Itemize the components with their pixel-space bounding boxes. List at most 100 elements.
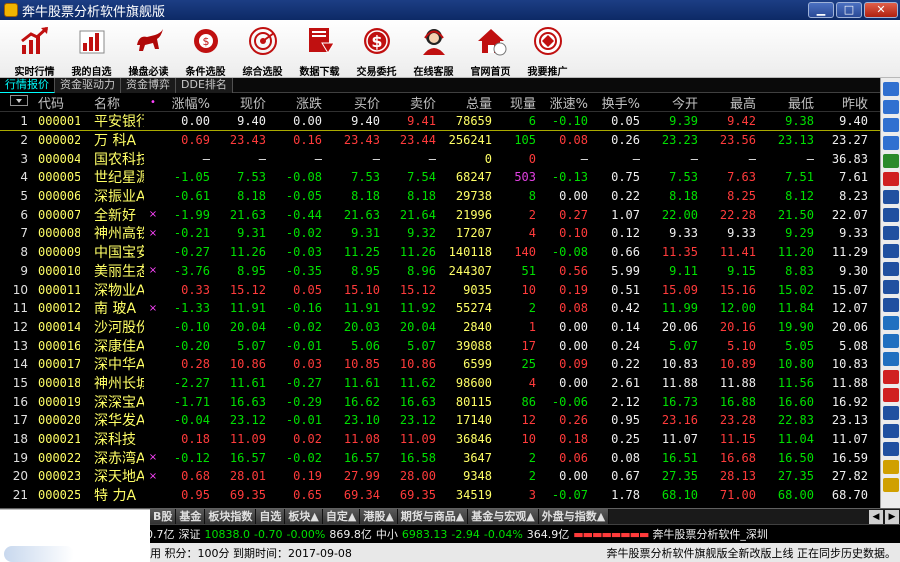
chart-icon[interactable] <box>883 460 899 474</box>
arrow-right-icon[interactable] <box>883 118 899 132</box>
dice-icon[interactable] <box>883 370 899 384</box>
header-speed[interactable]: 涨速% <box>536 93 588 112</box>
toolbar-button-7[interactable]: 在线客服 <box>405 20 462 78</box>
cell-price: 11.09 <box>229 432 266 447</box>
cell-bid: — <box>372 151 380 166</box>
tab-1[interactable]: 资金驱动力 <box>55 78 121 93</box>
toolbar-button-8[interactable]: 官网首页 <box>462 20 519 78</box>
table-row[interactable]: 19 000022 深赤湾A × -0.12 16.57 -0.02 16.57 16.58 36… <box>0 448 880 467</box>
arrow-left-icon[interactable] <box>883 82 899 96</box>
table-row[interactable]: 10 000011 深物业A 0.33 15.12 0.05 15.10 15.12 9035 1… <box>0 280 880 299</box>
table-row[interactable]: 6 000007 全新好 × -1.99 21.63 -0.44 21.63 21.64 2199… <box>0 205 880 224</box>
header-ask[interactable]: 卖价 <box>380 93 436 112</box>
toolbar-button-4[interactable]: 综合选股 <box>234 20 291 78</box>
etf-icon[interactable] <box>883 406 899 420</box>
header-low[interactable]: 最低 <box>756 93 814 112</box>
toolbar-button-5[interactable]: 数据下载 <box>291 20 348 78</box>
market-tab-4[interactable]: 板块▲ <box>285 509 323 525</box>
line-chart-icon[interactable] <box>883 172 899 186</box>
minimize-button[interactable]: ▁ <box>808 2 834 18</box>
market-tab-3[interactable]: 自选 <box>256 509 286 525</box>
header-prev-close[interactable]: 昨收 <box>814 93 868 112</box>
cell-last-vol: 10 <box>521 282 536 297</box>
table-row[interactable]: 11 000012 南 玻A × -1.33 11.91 -0.16 11.91 11.92 55… <box>0 299 880 318</box>
gear-icon[interactable] <box>883 478 899 492</box>
tag-icon[interactable] <box>883 388 899 402</box>
market-tab-9[interactable]: 外盘与指数▲ <box>538 509 610 525</box>
calendar-icon[interactable] <box>883 280 899 294</box>
cell-speed: 0.00 <box>559 319 588 334</box>
maximize-button[interactable]: □ <box>836 2 862 18</box>
settings-icon[interactable] <box>883 298 899 312</box>
arrow-down-icon[interactable] <box>883 136 899 150</box>
table-row[interactable]: 7 000008 神州高铁 × -0.21 9.31 -0.02 9.31 9.32 17207 4… <box>0 224 880 243</box>
table-row[interactable]: 21 000025 特 力A 0.95 69.35 0.65 69.34 69.35 34519… <box>0 486 880 505</box>
header-open[interactable]: 今开 <box>640 93 698 112</box>
fiz-icon[interactable] <box>883 262 899 276</box>
toolbar-button-3[interactable]: $ 条件选股 <box>177 20 234 78</box>
scroll-left-button[interactable]: ◀ <box>869 510 883 524</box>
market-tab-1[interactable]: 基金 <box>176 509 206 525</box>
market-tab-7[interactable]: 期货与商品▲ <box>397 509 469 525</box>
table-row[interactable]: 18 000021 深科技 0.18 11.09 0.02 11.08 11.09 36846 1… <box>0 430 880 449</box>
market-tab-0[interactable]: B股 <box>150 509 177 525</box>
market-tab-8[interactable]: 基金与宏观▲ <box>468 509 539 525</box>
dropdown-arrow-icon[interactable] <box>10 95 28 106</box>
table-row[interactable]: 3 000004 国农科技 — — — — — 0 0 — — — — — 36.83 <box>0 149 880 168</box>
arrow-up-icon[interactable] <box>883 100 899 114</box>
folder-icon[interactable] <box>883 316 899 330</box>
cell-change: -0.44 <box>285 207 322 222</box>
header-change[interactable]: 涨跌 <box>266 93 322 112</box>
volume-icon[interactable] <box>883 226 899 240</box>
header-last-vol[interactable]: 现量 <box>492 93 536 112</box>
toolbar-button-6[interactable]: $ 交易委托 <box>348 20 405 78</box>
tab-3[interactable]: DDE排名 <box>176 78 233 93</box>
table-row[interactable]: 13 000016 深康佳A -0.20 5.07 -0.01 5.06 5.07 39088 1… <box>0 336 880 355</box>
header-bid[interactable]: 买价 <box>322 93 380 112</box>
sort-toggle[interactable] <box>0 95 28 110</box>
header-turnover[interactable]: 换手% <box>588 93 640 112</box>
market-tab-6[interactable]: 港股▲ <box>360 509 398 525</box>
toolbar-label: 操盘必读 <box>128 67 169 78</box>
toolbar-button-1[interactable]: 我的自选 <box>63 20 120 78</box>
table-row[interactable]: 1 000001 平安银行 0.00 9.40 0.00 9.40 9.41 78659 6 -0.… <box>0 112 880 131</box>
header-high[interactable]: 最高 <box>698 93 756 112</box>
cell-last-vol: 503 <box>514 170 536 185</box>
list-icon[interactable] <box>883 352 899 366</box>
grid-icon[interactable] <box>883 154 899 168</box>
toolbar-label: 条件选股 <box>185 67 226 78</box>
table-row[interactable]: 2 000002 万 科A 0.69 23.43 0.16 23.43 23.44 256241… <box>0 131 880 150</box>
header-volume[interactable]: 总量 <box>436 93 492 112</box>
book-icon[interactable] <box>883 442 899 456</box>
table-row[interactable]: 8 000009 中国宝安 -0.27 11.26 -0.03 11.25 11.26 1401… <box>0 243 880 262</box>
table-row[interactable]: 17 000020 深华发A -0.04 23.12 -0.01 23.10 23.12 171… <box>0 411 880 430</box>
header-price[interactable]: 现价 <box>210 93 266 112</box>
market-tab-5[interactable]: 自定▲ <box>322 509 361 525</box>
tab-0[interactable]: 行情报价 <box>0 78 55 93</box>
toolbar-button-9[interactable]: 我要推广 <box>519 20 576 78</box>
tab-2[interactable]: 资金博弈 <box>121 78 176 93</box>
table-row[interactable]: 16 000019 深深宝A -1.71 16.63 -0.29 16.62 16.63 801… <box>0 392 880 411</box>
clock-icon[interactable] <box>883 334 899 348</box>
f10-icon[interactable] <box>883 208 899 222</box>
f10-info-icon[interactable] <box>883 244 899 258</box>
close-button[interactable]: ✕ <box>864 2 898 18</box>
table-row[interactable]: 5 000006 深振业A -0.61 8.18 -0.05 8.18 8.18 29738 8 0… <box>0 187 880 206</box>
table-row[interactable]: 12 000014 沙河股份 -0.10 20.04 -0.02 20.03 20.04 284… <box>0 318 880 337</box>
kline-icon[interactable] <box>883 190 899 204</box>
cell-speed: 0.06 <box>559 450 588 465</box>
toolbar-button-0[interactable]: 实时行情 <box>6 20 63 78</box>
table-row[interactable]: 15 000018 神州长城 -2.27 11.61 -0.27 11.61 11.62 986… <box>0 374 880 393</box>
header-change-pct[interactable]: 涨幅% <box>162 93 210 112</box>
table-row[interactable]: 4 000005 世纪星源 -1.05 7.53 -0.08 7.53 7.54 68247 50… <box>0 168 880 187</box>
header-name[interactable]: 名称 <box>80 93 144 112</box>
table-row[interactable]: 14 000017 深中华A 0.28 10.86 0.03 10.85 10.86 6599 2… <box>0 355 880 374</box>
window-icon[interactable] <box>883 424 899 438</box>
header-code[interactable]: 代码 <box>28 93 80 112</box>
market-tab-2[interactable]: 板块指数 <box>205 509 257 525</box>
table-row[interactable]: 20 000023 深天地A × 0.68 28.01 0.19 27.99 28.00 9348… <box>0 467 880 486</box>
toolbar-button-2[interactable]: 操盘必读 <box>120 20 177 78</box>
table-row[interactable]: 9 000010 美丽生态 × -3.76 8.95 -0.35 8.95 8.96 244307… <box>0 262 880 281</box>
scroll-right-button[interactable]: ▶ <box>885 510 899 524</box>
cell-change-pct: -0.61 <box>173 189 210 204</box>
